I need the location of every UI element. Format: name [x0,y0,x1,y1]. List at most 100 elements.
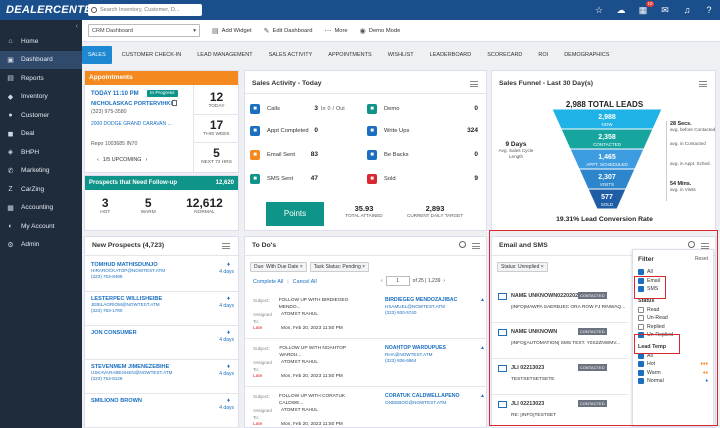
dashboard-select[interactable]: CRM Dashboard ▾ [88,24,200,37]
add-widget-button[interactable]: ▤ Add Widget [212,27,252,35]
new-prospects-panel: New Prospects (4,723) TOMHUD MATHISDUNJO… [84,236,240,428]
appt-vehicle[interactable]: 2000 DODGE GRAND CARAVAN ... [91,121,172,127]
sales-activity-item[interactable]: ■ SMS Sent [250,173,293,185]
filter-icon[interactable] [699,81,707,87]
todo-contact-name[interactable]: BIRDIEGEG MENDOZAJIBAC [385,297,471,304]
tab-demographics[interactable]: DEMOGRAPHICS [558,46,615,64]
demo-mode-button[interactable]: ◉ Demo Mode [360,27,401,35]
chevron-left-icon[interactable]: ‹ [97,157,99,163]
sales-activity-item[interactable]: ■ Be Backs [367,149,409,161]
sales-activity-item[interactable]: ■ Sold [367,173,396,185]
prospect-phone[interactable]: (323) 753-1780 [91,308,234,314]
todo-flag-icon[interactable]: ▲ [480,345,485,351]
sidebar-item-reports[interactable]: ▤ Reports [0,69,82,88]
tab-sales[interactable]: SALES [82,46,112,64]
prospect-phone[interactable]: (323) 753-8129 [91,376,234,382]
filter-icon[interactable] [472,243,480,249]
search-icon[interactable] [459,241,466,248]
more-button[interactable]: ⋯ More [324,27,347,35]
complete-all-link[interactable]: Complete All [253,279,283,285]
followup-stat[interactable]: 12,612 NORMAL [186,196,223,215]
sidebar-item-carzing[interactable]: Z CarZing [0,180,82,199]
due-filter-chip[interactable]: Due: With Due Date × [250,262,307,272]
calendar-icon[interactable]: ▦ 10 [638,1,654,15]
sidebar-item-customer[interactable]: ● Customer [0,106,82,125]
page-input[interactable]: 1 [385,276,410,286]
cloud-icon[interactable]: ☁ [616,5,626,15]
sales-activity-item[interactable]: ■ Email Sent [250,149,295,161]
funnel-total: 2,988 TOTAL LEADS [565,100,644,109]
sales-activity-item[interactable]: ■ Demo [367,103,399,115]
todo-row[interactable]: Subject: FOLLOW UP WITH CORATUK CALDWE...… [245,387,486,427]
prospect-row[interactable]: STEVENMEM JIMENEZEBIHE USKAVARABEGHEN@NOW… [85,361,240,394]
edit-dashboard-button[interactable]: ✎ Edit Dashboard [264,27,313,35]
copy-icon[interactable] [172,100,177,106]
reports-icon: ▤ [7,75,14,83]
filter-icon[interactable] [222,243,230,249]
prospect-name[interactable]: JON CONSUMER [91,330,234,336]
sidebar-item-home[interactable]: ⌂ Home [0,32,82,51]
sales-activity-label: Email Sent [267,152,296,158]
todo-assigned: ATOMST RAHUL [281,408,319,413]
prospect-row[interactable]: SMILIONO BROWN 4 days ♦ [85,395,240,428]
tab-lead-management[interactable]: LEAD MANAGEMENT [191,46,258,64]
todo-flag-icon[interactable]: ▲ [480,393,485,399]
prospect-row[interactable]: TOMHUD MATHISDUNJO HIRAROCKATOP@NOWTEST.A… [85,259,240,292]
edit-dashboard-label: Edit Dashboard [272,27,313,34]
sales-activity-item[interactable]: ■ Calls [250,103,280,115]
search-input[interactable]: Search Inventory, Customer, D... [88,4,202,16]
sidebar-item-inventory[interactable]: ◆ Inventory [0,88,82,107]
message-icon[interactable]: ✉ [660,5,670,15]
todo-left: Subject: FOLLOW UP WITH CORATUK CALDWE...… [253,393,363,427]
todo-contact-phone[interactable]: (323) 936-6964 [385,358,471,364]
tab-roi[interactable]: ROI [532,46,554,64]
sales-activity-item[interactable]: ■ Appt Completed [250,125,309,137]
star-icon[interactable]: ☆ [594,5,604,15]
tab-scorecard[interactable]: SCORECARD [481,46,528,64]
help-icon[interactable]: ? [704,5,714,15]
sidebar-item-dashboard[interactable]: ▣ Dashboard [0,50,82,69]
points-button[interactable]: Points [266,202,324,226]
highlight-box-channel [634,276,666,299]
appt-phone[interactable]: (323) 975-3580 [91,109,126,115]
tab-leaderboard[interactable]: LEADERBOARD [424,46,478,64]
collapse-icon[interactable]: ‹ [0,20,82,32]
todo-contact-name[interactable]: CORATUK CALDWELLAPENO [385,393,471,400]
chevron-right-icon[interactable]: › [145,157,147,163]
sidebar-item-accounting[interactable]: ▦ Accounting [0,199,82,218]
flame-icon: ♦ [226,296,230,302]
tab-wishlist[interactable]: WISHLIST [382,46,420,64]
prospect-row[interactable]: LESTERPEC WILLISHEIBE JEBILAGRIOM@NOWTEST… [85,293,240,326]
sidebar-item-marketing[interactable]: ✆ Marketing [0,162,82,181]
todo-flag-icon[interactable]: ▲ [480,297,485,303]
tab-customer-check-in[interactable]: CUSTOMER CHECK-IN [116,46,188,64]
tab-sales-activity[interactable]: SALES ACTIVITY [263,46,319,64]
followup-stat[interactable]: 3 HOT [100,196,110,215]
more-icon: ⋯ [324,27,332,35]
todo-contact-name[interactable]: NOAHTOP WARDUPUES [385,345,471,352]
chevron-left-icon[interactable]: ‹ [381,278,383,284]
appt-customer-name[interactable]: NICHOLASKAC PORTERVIHKI [91,101,172,107]
filter-icon[interactable] [470,81,478,87]
prospect-phone[interactable]: (323) 753-8499 [91,274,234,280]
cancel-all-link[interactable]: Cancel All [293,279,317,285]
prospect-name[interactable]: SMILIONO BROWN [91,398,234,404]
tab-appointments[interactable]: APPOINTMENTS [322,46,377,64]
sidebar-item-admin[interactable]: ⚙ Admin [0,236,82,255]
todo-contact-email[interactable]: ONDEBOO@NOWTEST.ATM [385,400,471,406]
followup-stat[interactable]: 5 WARM [141,196,156,215]
sidebar-item-my-account[interactable]: ◐ My Account [0,217,82,236]
todo-row[interactable]: Subject: FOLLOW UP WITH NOAHTOP WARDU... A… [245,339,486,387]
prospect-age: 4 days [219,371,234,377]
todo-row[interactable]: Subject: FOLLOW UP WITH BIRDIEGEG MENDO..… [245,291,486,339]
todo-contact-phone[interactable]: (323) 930-5740 [385,310,471,316]
prospect-row[interactable]: JON CONSUMER 4 days ♦ [85,327,240,360]
status-filter-chip[interactable]: Task Status: Pending × [309,262,370,272]
followup-panel: Prospects that Need Follow-up 12,620 3 HO… [84,175,239,231]
chevron-right-icon[interactable]: › [443,278,445,284]
sidebar-item-bhph[interactable]: ◈ BHPH [0,143,82,162]
bell-icon[interactable]: ♫ [682,5,692,15]
sales-activity-item[interactable]: ■ Write Ups [367,125,409,137]
todo-left: Subject: FOLLOW UP WITH BIRDIEGEG MENDO..… [253,297,363,332]
sidebar-item-deal[interactable]: ◼ Deal [0,125,82,144]
